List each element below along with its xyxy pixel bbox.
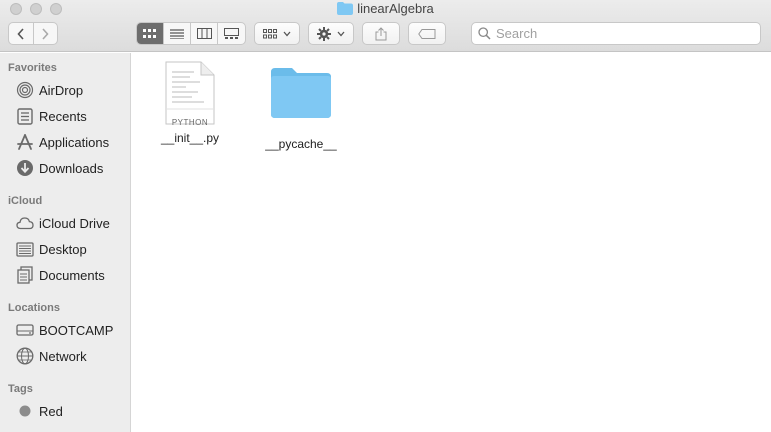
toolbar: linearAlgebra Search — [0, 0, 771, 52]
sidebar-item-label: AirDrop — [39, 82, 84, 98]
sidebar-item-label: Network — [39, 348, 87, 364]
list-view-icon — [170, 28, 184, 39]
share-button[interactable] — [362, 22, 400, 45]
chevron-left-icon — [17, 27, 24, 40]
sidebar-item-label: Red — [39, 403, 63, 419]
folder-name: __pycache__ — [265, 137, 337, 151]
file-name: __init__.py — [160, 131, 220, 145]
sidebar-item-airdrop[interactable]: AirDrop — [16, 79, 83, 101]
sidebar-item-label: Recents — [39, 108, 87, 124]
airdrop-icon — [16, 81, 34, 99]
back-forward-control — [8, 22, 58, 45]
sidebar-item-label: BOOTCAMP — [39, 322, 114, 338]
file-browser-content: PYTHON __init__.py __pycache__ — [132, 53, 771, 432]
disk-icon — [16, 321, 34, 339]
sidebar-item-applications[interactable]: Applications — [16, 131, 109, 153]
file-item-init-py[interactable]: PYTHON __init__.py — [145, 61, 235, 145]
view-mode-control — [136, 22, 246, 45]
sidebar-item-bootcamp[interactable]: BOOTCAMP — [16, 319, 113, 341]
chevron-right-icon — [42, 27, 49, 40]
applications-icon — [16, 133, 34, 151]
tag-icon — [418, 28, 436, 39]
share-icon — [375, 26, 387, 40]
folder-icon — [337, 2, 354, 18]
window-title-bar: linearAlgebra — [0, 1, 771, 18]
chevron-down-icon — [337, 31, 345, 36]
downloads-icon — [16, 159, 34, 177]
sidebar-item-desktop[interactable]: Desktop — [16, 238, 87, 260]
column-view-button[interactable] — [191, 23, 218, 44]
sidebar-item-label: Applications — [39, 134, 110, 150]
desktop-icon — [16, 240, 34, 258]
sidebar-item-documents[interactable]: Documents — [16, 264, 105, 286]
sidebar-item-network[interactable]: Network — [16, 345, 87, 367]
sidebar-item-tag-red[interactable]: Red — [16, 400, 63, 422]
network-icon — [16, 347, 34, 365]
locations-header: Locations — [8, 302, 60, 314]
sidebar: Favorites AirDrop Recents Applications D… — [0, 53, 131, 432]
gallery-view-button[interactable] — [218, 23, 245, 44]
sidebar-item-label: Downloads — [39, 160, 104, 176]
search-field[interactable]: Search — [471, 22, 761, 45]
icon-view-button[interactable] — [137, 23, 164, 44]
cloud-icon — [16, 214, 34, 232]
sidebar-item-icloud-drive[interactable]: iCloud Drive — [16, 212, 110, 234]
window-title: linearAlgebra — [357, 1, 434, 16]
folder-item-pycache[interactable]: __pycache__ — [256, 61, 346, 151]
tag-dot-icon — [16, 402, 34, 420]
search-placeholder: Search — [496, 26, 538, 41]
back-button[interactable] — [9, 23, 34, 44]
gallery-view-icon — [224, 28, 239, 39]
documents-icon — [16, 266, 34, 284]
list-view-button[interactable] — [164, 23, 191, 44]
sidebar-item-label: Documents — [39, 267, 105, 283]
group-by-button[interactable] — [254, 22, 300, 45]
sidebar-item-label: iCloud Drive — [39, 215, 110, 231]
file-type-badge: PYTHON — [171, 118, 209, 127]
sidebar-item-downloads[interactable]: Downloads — [16, 157, 103, 179]
python-file-icon — [145, 61, 235, 125]
search-icon — [478, 27, 491, 40]
folder-icon — [256, 61, 346, 119]
chevron-down-icon — [283, 31, 291, 36]
group-grid-icon — [263, 28, 277, 38]
action-menu-button[interactable] — [308, 22, 354, 45]
edit-tags-button[interactable] — [408, 22, 446, 45]
forward-button[interactable] — [34, 23, 58, 44]
sidebar-item-label: Desktop — [39, 241, 87, 257]
icloud-header: iCloud — [8, 195, 43, 207]
favorites-header: Favorites — [8, 62, 57, 74]
tags-header: Tags — [8, 383, 33, 395]
column-view-icon — [196, 28, 212, 39]
icon-view-icon — [143, 28, 156, 38]
sidebar-item-recents[interactable]: Recents — [16, 105, 87, 127]
gear-icon — [317, 26, 331, 41]
recents-icon — [16, 107, 34, 125]
